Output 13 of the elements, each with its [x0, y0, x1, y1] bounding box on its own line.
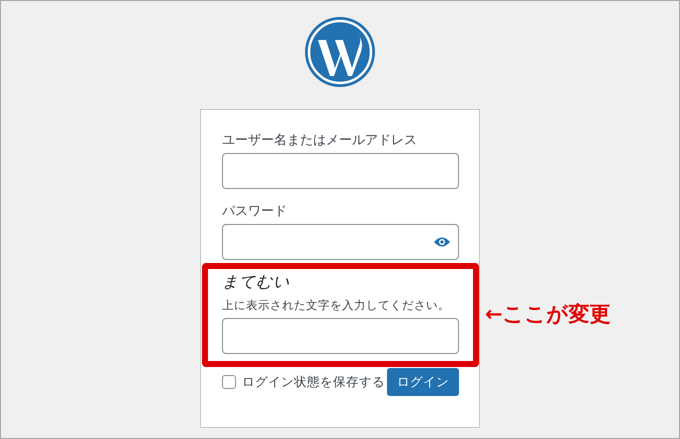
- username-label: ユーザー名またはメールアドレス: [222, 132, 418, 150]
- login-button[interactable]: ログイン: [387, 368, 459, 396]
- remember-checkbox[interactable]: [222, 375, 236, 389]
- annotation-text: ←ここが変更: [485, 301, 611, 328]
- captcha-hint: 上に表示された文字を入力してください。: [222, 298, 451, 313]
- password-field[interactable]: [222, 224, 459, 260]
- eye-icon[interactable]: [434, 236, 450, 248]
- username-field[interactable]: [222, 153, 459, 189]
- captcha-field[interactable]: [222, 318, 459, 354]
- password-label: パスワード: [222, 203, 288, 221]
- captcha-text: まてむい: [222, 272, 291, 292]
- wordpress-logo-icon: [304, 16, 376, 88]
- remember-label: ログイン状態を保存する: [242, 374, 385, 390]
